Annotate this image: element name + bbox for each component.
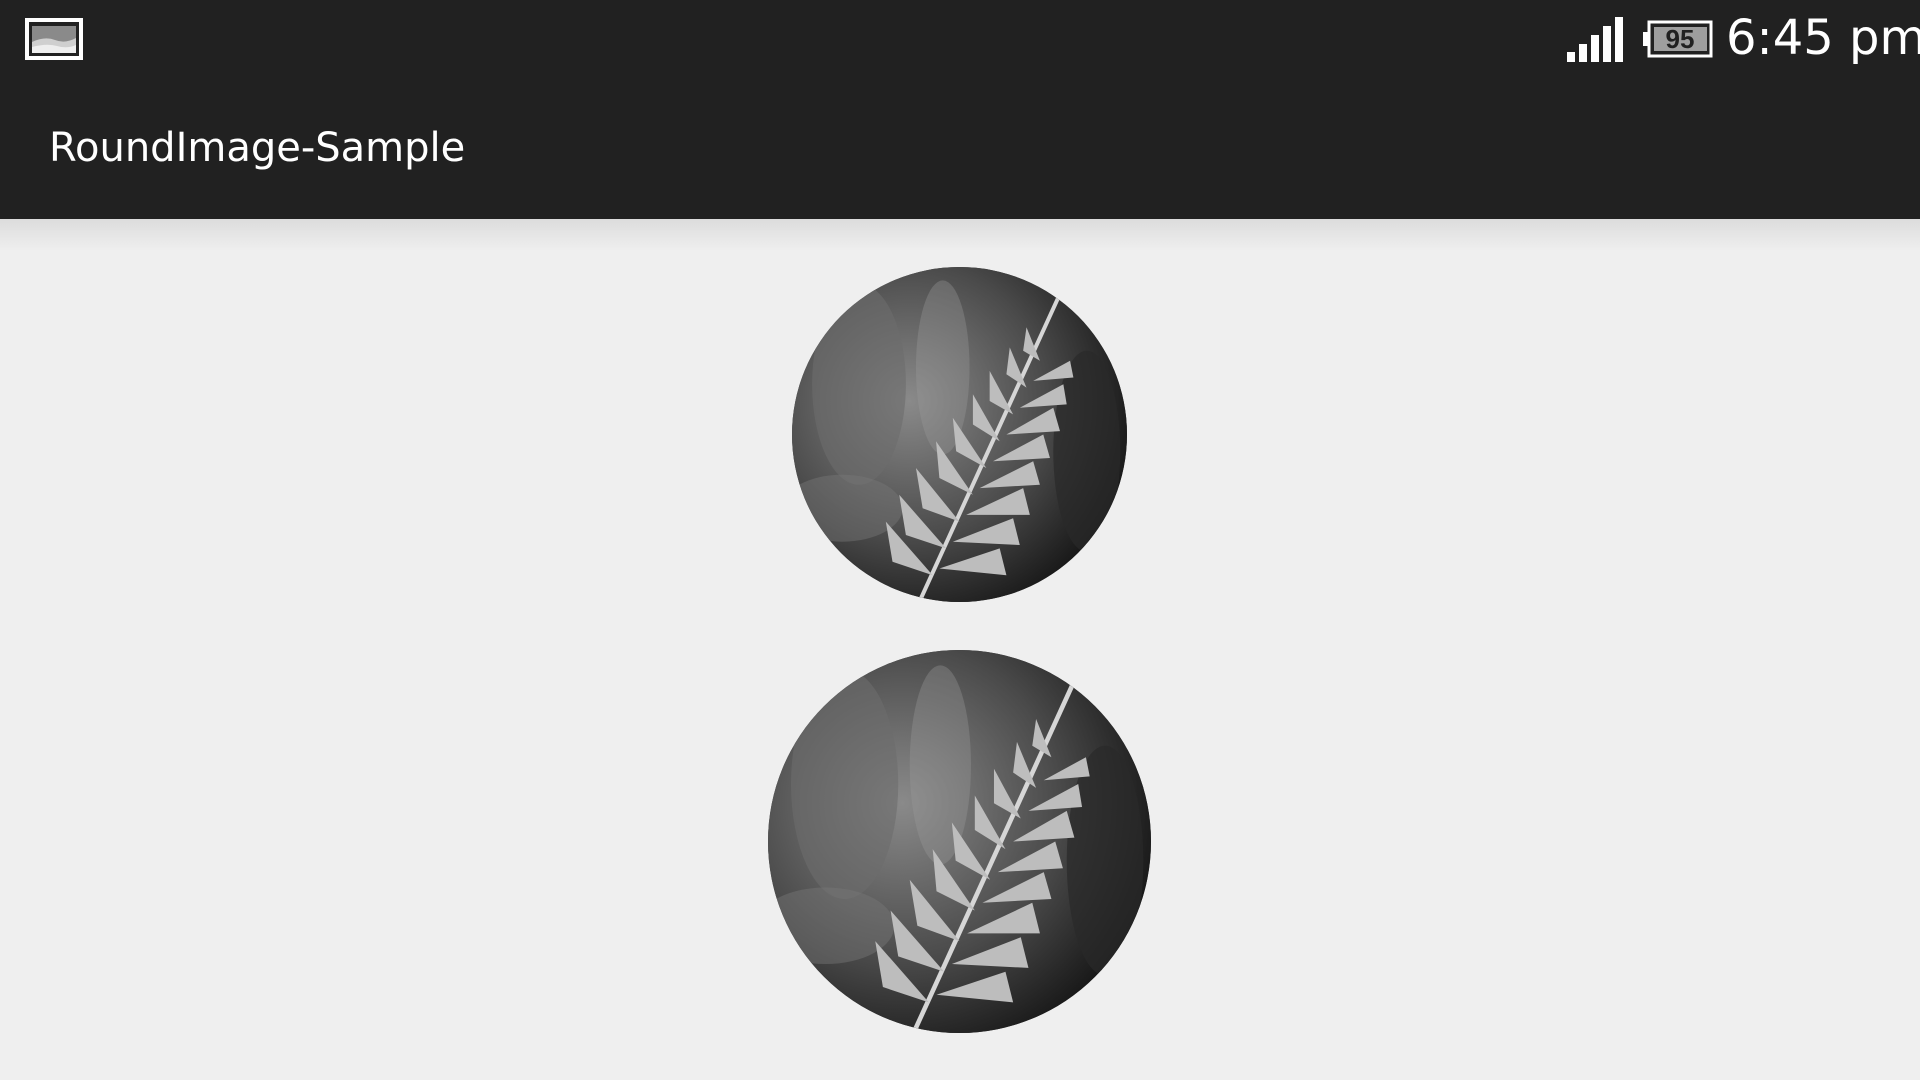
fern-photo <box>768 650 1151 1033</box>
battery-icon: 95 <box>1643 20 1713 58</box>
action-bar: RoundImage-Sample <box>0 78 1920 219</box>
action-bar-shadow <box>0 219 1920 251</box>
image-icon <box>25 18 83 65</box>
battery-level: 95 <box>1665 23 1695 54</box>
round-image-large <box>768 650 1151 1033</box>
clock: 6:45 pm <box>1726 10 1920 66</box>
fern-photo <box>792 267 1127 602</box>
round-image-small <box>792 267 1127 602</box>
status-bar: 95 6:45 pm <box>0 0 1920 78</box>
app-title: RoundImage-Sample <box>49 125 466 171</box>
signal-icon <box>1567 16 1625 67</box>
